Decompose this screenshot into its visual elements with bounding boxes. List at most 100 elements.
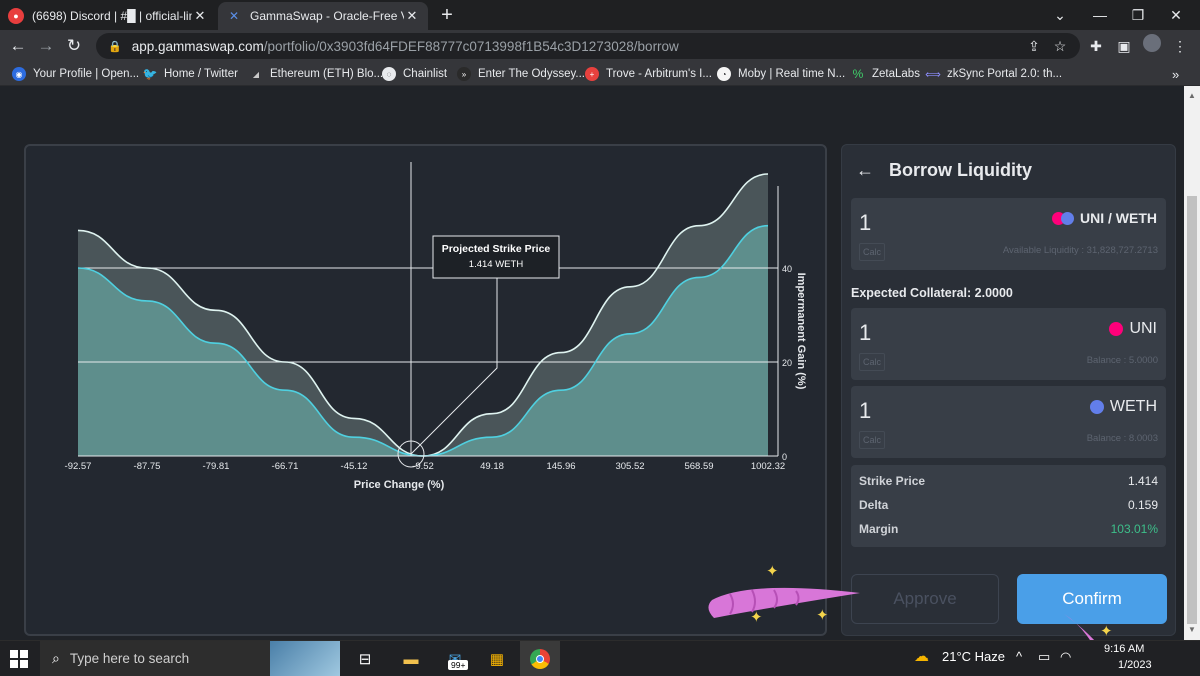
- bookmark-star-icon[interactable]: ☆: [1048, 34, 1072, 58]
- pair-selector[interactable]: UNI / WETH: [1052, 210, 1157, 226]
- twitter-icon: 🐦: [142, 67, 158, 81]
- minimize-button[interactable]: —: [1080, 0, 1120, 30]
- browser-tab-bar: ● (6698) Discord | #█ | official-link ✕ …: [0, 0, 1200, 30]
- clock-time[interactable]: 9:16 AM: [1104, 643, 1144, 655]
- restore-button[interactable]: ❐: [1118, 0, 1158, 30]
- strike-price-value: 1.414: [1127, 474, 1158, 488]
- calc-button[interactable]: Calc: [859, 431, 885, 449]
- address-bar[interactable]: 🔒 app.gammaswap.com /portfolio/0x3903fd6…: [96, 33, 1080, 59]
- annotation-title: Projected Strike Price: [442, 243, 551, 255]
- taskbar-search[interactable]: ⌕ Type here to search: [40, 641, 340, 676]
- menu-icon[interactable]: ⋮: [1168, 34, 1192, 58]
- url-domain: app.gammaswap.com: [131, 38, 264, 54]
- pair-amount-field[interactable]: 1 Calc UNI / WETH Available Liquidity : …: [851, 198, 1166, 270]
- extensions-icon[interactable]: ✚: [1084, 34, 1108, 58]
- new-tab-button[interactable]: +: [436, 4, 458, 26]
- scroll-down-icon[interactable]: ▼: [1184, 622, 1200, 638]
- search-highlight-image: [270, 641, 340, 676]
- pair-amount-input[interactable]: 1: [859, 210, 871, 236]
- tab-discord[interactable]: ● (6698) Discord | #█ | official-link ✕: [0, 2, 216, 30]
- zetalabs-icon: %: [852, 67, 864, 81]
- weather-text[interactable]: 21°C Haze: [942, 649, 1005, 664]
- clock-date[interactable]: 1/2023: [1118, 659, 1152, 671]
- sparkle-icon: ✦: [766, 563, 779, 580]
- x-tick-label: 305.52: [615, 461, 644, 472]
- lock-icon: 🔒: [108, 40, 122, 53]
- close-icon[interactable]: ✕: [192, 8, 208, 24]
- etherscan-icon: ◢: [252, 69, 260, 79]
- bookmark-item[interactable]: ◌ Chainlist: [382, 65, 447, 83]
- uni-balance: Balance : 5.0000: [1086, 355, 1158, 366]
- mail-badge: 99+: [448, 660, 469, 670]
- y-axis-label: Impermanent Gain (%): [795, 273, 807, 390]
- scrollbar[interactable]: ▲ ▼: [1184, 86, 1200, 640]
- tab-gammaswap[interactable]: ✕ GammaSwap - Oracle-Free Volat ✕: [218, 2, 428, 30]
- task-view-icon[interactable]: ⊟: [352, 646, 378, 672]
- uni-icon: [1109, 322, 1124, 336]
- moby-icon: ◔: [717, 67, 731, 81]
- strike-price-row: Strike Price 1.414: [859, 474, 1158, 488]
- scroll-up-icon[interactable]: ▲: [1184, 88, 1200, 104]
- pair-label: UNI / WETH: [1080, 210, 1157, 226]
- more-bookmarks-icon[interactable]: »: [1172, 65, 1179, 83]
- bookmark-item[interactable]: 🐦 Home / Twitter: [143, 65, 238, 83]
- x-tick-label: -79.81: [203, 461, 230, 472]
- borrow-panel: ← Borrow Liquidity 1 Calc UNI / WETH Ava…: [841, 144, 1176, 636]
- zksync-icon: ⟺: [925, 68, 941, 81]
- calc-button[interactable]: Calc: [859, 243, 885, 261]
- calc-button[interactable]: Calc: [859, 353, 885, 371]
- x-tick-label: -66.71: [272, 461, 299, 472]
- y-tick-label: 20: [782, 358, 792, 368]
- chainlist-icon: ◌: [382, 67, 396, 81]
- back-arrow-icon[interactable]: ←: [856, 160, 874, 181]
- openai-icon: ◉: [12, 67, 26, 81]
- bookmark-item[interactable]: ◢ Ethereum (ETH) Blo...: [249, 65, 383, 83]
- windows-start-icon[interactable]: [10, 650, 28, 668]
- tab-search-icon[interactable]: ⌄: [1040, 0, 1080, 30]
- uni-amount-input[interactable]: 1: [859, 320, 871, 346]
- x-tick-label: 145.96: [546, 461, 575, 472]
- bookmark-item[interactable]: ⟺ zkSync Portal 2.0: th...: [925, 65, 1062, 83]
- bookmark-item[interactable]: % ZetaLabs: [851, 65, 920, 83]
- avatar[interactable]: [1140, 34, 1164, 58]
- x-tick-label: 568.59: [684, 461, 713, 472]
- forward-icon[interactable]: →: [34, 34, 58, 58]
- y-tick-label: 40: [782, 264, 792, 274]
- uni-label: UNI: [1129, 320, 1157, 337]
- close-window-button[interactable]: ✕: [1156, 0, 1196, 30]
- unicorn-horn-decoration: [708, 587, 860, 618]
- wifi-icon[interactable]: ◠: [1060, 649, 1071, 665]
- uni-weth-pair-icon: [1052, 211, 1074, 225]
- scroll-thumb[interactable]: [1187, 196, 1197, 624]
- store-icon[interactable]: ▦: [484, 646, 510, 672]
- annotation-value: 1.414 WETH: [469, 259, 524, 270]
- chrome-icon[interactable]: [520, 641, 560, 676]
- weth-amount-input[interactable]: 1: [859, 398, 871, 424]
- bookmark-item[interactable]: ◉ Your Profile | Open...: [12, 65, 139, 83]
- battery-icon[interactable]: ▭: [1038, 649, 1050, 665]
- haze-weather-icon: ☁: [914, 648, 929, 665]
- show-hidden-icon[interactable]: ^: [1016, 649, 1022, 664]
- reload-icon[interactable]: ↻: [62, 34, 86, 58]
- share-icon[interactable]: ⇪: [1022, 34, 1046, 58]
- file-explorer-icon[interactable]: ▬: [398, 646, 424, 672]
- expected-collateral: Expected Collateral: 2.0000: [851, 286, 1013, 300]
- weth-label: WETH: [1109, 398, 1157, 415]
- bookmark-item[interactable]: + Trove - Arbitrum's I...: [585, 65, 712, 83]
- trove-icon: +: [585, 67, 599, 81]
- sparkle-icon: ✦: [816, 607, 829, 624]
- x-axis-label: Price Change (%): [354, 479, 445, 491]
- back-icon[interactable]: ←: [6, 34, 30, 58]
- margin-value: 103.01%: [1110, 522, 1158, 536]
- weth-amount-field[interactable]: 1 Calc WETH Balance : 8.0003: [851, 386, 1166, 458]
- bookmark-item[interactable]: » Enter The Odyssey...: [457, 65, 585, 83]
- search-placeholder: Type here to search: [69, 651, 190, 666]
- uni-amount-field[interactable]: 1 Calc UNI Balance : 5.0000: [851, 308, 1166, 380]
- url-path: /portfolio/0x3903fd64FDEF88777c0713998f1…: [263, 38, 679, 54]
- panel-title: Borrow Liquidity: [889, 160, 1032, 180]
- mail-icon[interactable]: ✉ 99+: [442, 646, 469, 672]
- sidepanel-icon[interactable]: ▣: [1112, 34, 1136, 58]
- bookmark-item[interactable]: ◔ Moby | Real time N...: [717, 65, 845, 83]
- arbitrum-icon: »: [457, 67, 471, 81]
- close-icon[interactable]: ✕: [404, 8, 420, 24]
